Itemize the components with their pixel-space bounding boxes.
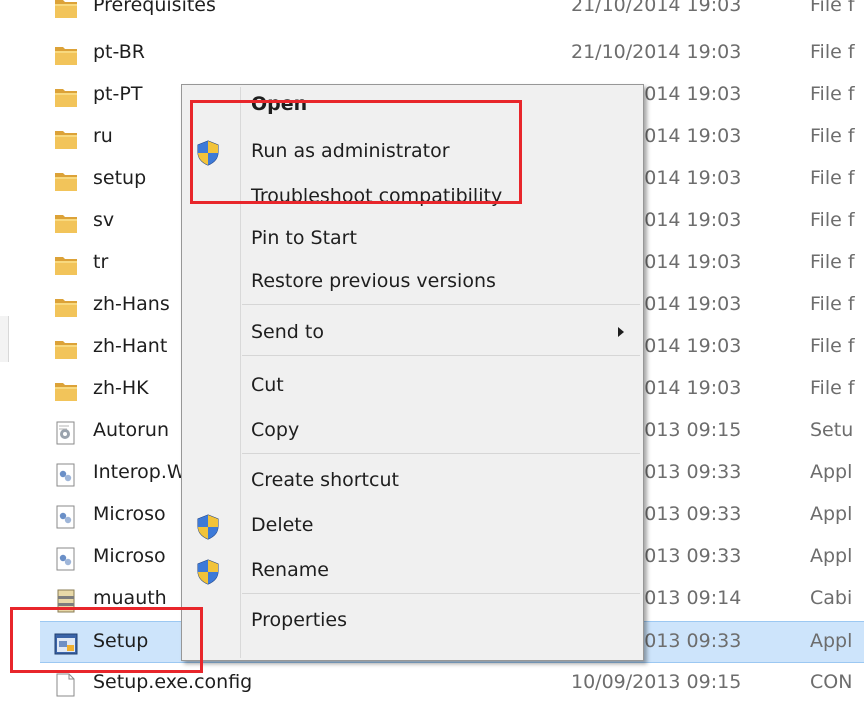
menu-item-send-to[interactable]: Send to bbox=[182, 313, 643, 353]
file-name: ru bbox=[93, 125, 113, 147]
file-date-modified: 21/10/2014 19:03 bbox=[571, 0, 742, 16]
folder-icon bbox=[53, 336, 79, 362]
menu-item-copy[interactable]: Copy bbox=[182, 411, 643, 451]
file-name: tr bbox=[93, 251, 109, 273]
navigation-pane-scroll-marker bbox=[0, 316, 9, 362]
file-type: File f bbox=[810, 335, 855, 357]
menu-item-properties[interactable]: Properties bbox=[182, 601, 643, 641]
menu-separator bbox=[242, 304, 640, 305]
file-type: Appl bbox=[810, 630, 853, 652]
folder-icon bbox=[53, 126, 79, 152]
folder-icon bbox=[53, 42, 79, 68]
menu-item-rename[interactable]: Rename bbox=[182, 551, 643, 591]
file-name: setup bbox=[93, 167, 147, 189]
file-type: Setu bbox=[810, 419, 854, 441]
file-icon bbox=[53, 672, 79, 698]
folder-icon bbox=[53, 210, 79, 236]
uac-shield-icon bbox=[196, 514, 220, 540]
menu-item-create-shortcut[interactable]: Create shortcut bbox=[182, 461, 643, 501]
file-type: File f bbox=[810, 293, 855, 315]
file-type: File f bbox=[810, 83, 855, 105]
uac-shield-icon bbox=[196, 559, 220, 585]
menu-item-label: Pin to Start bbox=[251, 227, 357, 249]
folder-icon bbox=[53, 84, 79, 110]
file-type: File f bbox=[810, 0, 855, 16]
dll-icon bbox=[53, 504, 79, 530]
folder-icon bbox=[53, 252, 79, 278]
menu-item-label: Properties bbox=[251, 609, 348, 631]
file-name: zh-Hans bbox=[93, 293, 170, 315]
file-name: pt-PT bbox=[93, 83, 143, 105]
folder-icon bbox=[53, 168, 79, 194]
file-type: File f bbox=[810, 125, 855, 147]
menu-item-label: Rename bbox=[251, 559, 329, 581]
file-type: File f bbox=[810, 377, 855, 399]
menu-separator bbox=[242, 593, 640, 594]
file-name: zh-HK bbox=[93, 377, 149, 399]
file-row[interactable]: pt-BR 21/10/2014 19:03 File f bbox=[40, 33, 864, 75]
file-type: File f bbox=[810, 167, 855, 189]
menu-item-delete[interactable]: Delete bbox=[182, 506, 643, 546]
menu-item-label: Send to bbox=[251, 321, 324, 343]
menu-separator bbox=[242, 453, 640, 454]
file-name: Prerequisites bbox=[93, 0, 216, 16]
menu-item-label: Copy bbox=[251, 419, 300, 441]
menu-item-label: Restore previous versions bbox=[251, 270, 496, 292]
file-type: File f bbox=[810, 41, 855, 63]
file-type: Appl bbox=[810, 461, 853, 483]
file-name: sv bbox=[93, 209, 115, 231]
file-type: Appl bbox=[810, 503, 853, 525]
file-date-modified: 21/10/2014 19:03 bbox=[571, 41, 742, 63]
folder-icon bbox=[53, 294, 79, 320]
file-row[interactable]: Prerequisites 21/10/2014 19:03 File f bbox=[40, 0, 864, 28]
file-name: zh-Hant bbox=[93, 335, 168, 357]
folder-icon bbox=[53, 378, 79, 404]
file-type: Cabi bbox=[810, 587, 853, 609]
file-type: File f bbox=[810, 209, 855, 231]
menu-item-restore-previous-versions[interactable]: Restore previous versions bbox=[182, 262, 643, 302]
menu-item-label: Cut bbox=[251, 374, 284, 396]
annotation-highlight-setup bbox=[10, 607, 203, 673]
file-date-modified: 10/09/2013 09:15 bbox=[571, 671, 742, 693]
file-name: pt-BR bbox=[93, 41, 145, 63]
file-name: Microso bbox=[93, 545, 166, 567]
file-name: muauth bbox=[93, 587, 167, 609]
menu-item-cut[interactable]: Cut bbox=[182, 366, 643, 406]
file-name: Autorun bbox=[93, 419, 170, 441]
menu-separator bbox=[242, 355, 640, 356]
annotation-highlight-run-as-admin bbox=[190, 100, 522, 204]
file-name: Setup.exe.config bbox=[93, 671, 253, 693]
menu-item-label: Delete bbox=[251, 514, 314, 536]
setup-info-icon bbox=[53, 420, 79, 446]
submenu-arrow-icon bbox=[618, 327, 624, 337]
folder-icon bbox=[53, 0, 79, 21]
menu-item-label: Create shortcut bbox=[251, 469, 399, 491]
file-name: Microso bbox=[93, 503, 166, 525]
file-type: File f bbox=[810, 251, 855, 273]
menu-item-pin-to-start[interactable]: Pin to Start bbox=[182, 219, 643, 259]
file-type: CON bbox=[810, 671, 853, 693]
dll-icon bbox=[53, 546, 79, 572]
file-name: Interop.W bbox=[93, 461, 186, 483]
file-type: Appl bbox=[810, 545, 853, 567]
dll-icon bbox=[53, 462, 79, 488]
